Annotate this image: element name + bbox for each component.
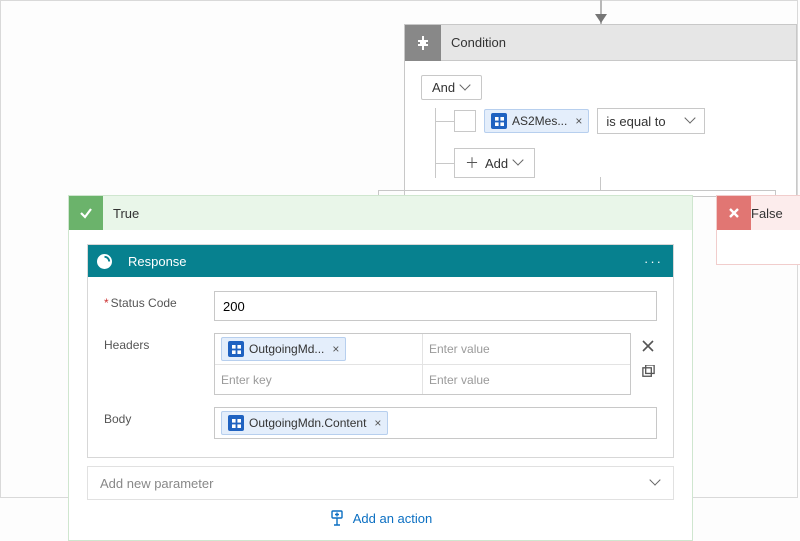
rule-operand-label: AS2Mes... <box>512 114 567 128</box>
false-branch-header[interactable]: False <box>717 196 800 230</box>
comparator-label: is equal to <box>606 114 665 129</box>
false-branch-card: False <box>716 195 800 265</box>
header-key-token[interactable]: OutgoingMd... × <box>221 337 346 361</box>
add-condition-button[interactable]: ＋ Add <box>454 148 535 178</box>
chevron-down-icon <box>461 83 471 93</box>
condition-rule-row: AS2Mes... × is equal to <box>454 108 780 134</box>
add-action-button[interactable]: Add an action <box>69 500 692 536</box>
rule-checkbox[interactable] <box>454 110 476 132</box>
status-code-input[interactable] <box>214 291 657 321</box>
comparator-dropdown[interactable]: is equal to <box>597 108 705 134</box>
condition-icon <box>405 25 441 61</box>
response-card: Response ··· *Status Code Headers <box>87 244 674 458</box>
headers-row: Enter key Enter value <box>215 364 630 394</box>
delete-row-icon[interactable] <box>639 337 657 355</box>
chevron-down-icon <box>686 116 696 126</box>
true-branch-card: True Response ··· *Status Code Headers <box>68 195 693 541</box>
header-key-cell[interactable]: OutgoingMd... × <box>215 334 422 364</box>
status-code-label: *Status Code <box>104 291 214 310</box>
header-key-cell[interactable]: Enter key <box>215 365 422 394</box>
response-title: Response <box>128 254 644 269</box>
true-branch-label: True <box>113 206 139 221</box>
add-parameter-label: Add new parameter <box>100 476 213 491</box>
body-input[interactable]: OutgoingMdn.Content × <box>214 407 657 439</box>
header-value-cell[interactable]: Enter value <box>422 365 630 394</box>
add-condition-label: Add <box>485 156 508 171</box>
flow-arrow-down-icon <box>600 0 602 24</box>
token-remove-icon[interactable]: × <box>575 114 582 128</box>
response-header[interactable]: Response ··· <box>88 245 673 277</box>
headers-label: Headers <box>104 333 214 352</box>
chevron-down-icon <box>514 158 524 168</box>
x-icon <box>717 196 751 230</box>
add-parameter-dropdown[interactable]: Add new parameter <box>87 466 674 500</box>
body-label: Body <box>104 407 214 426</box>
token-icon <box>228 341 244 357</box>
condition-title: Condition <box>451 35 506 50</box>
header-value-cell[interactable]: Enter value <box>422 334 630 364</box>
logic-operator-label: And <box>432 80 455 95</box>
bulk-edit-icon[interactable] <box>639 363 657 381</box>
plus-icon: ＋ <box>465 153 479 173</box>
true-branch-header[interactable]: True <box>69 196 692 230</box>
add-action-label: Add an action <box>353 511 433 526</box>
body-token[interactable]: OutgoingMdn.Content × <box>221 411 388 435</box>
false-branch-label: False <box>751 206 783 221</box>
response-icon <box>88 245 120 277</box>
headers-row: OutgoingMd... × Enter value <box>215 334 630 364</box>
token-icon <box>491 113 507 129</box>
token-icon <box>228 415 244 431</box>
logic-operator-dropdown[interactable]: And <box>421 75 482 100</box>
add-action-icon <box>329 510 345 526</box>
condition-header[interactable]: Condition <box>405 25 796 61</box>
token-remove-icon[interactable]: × <box>332 342 339 356</box>
more-menu-icon[interactable]: ··· <box>644 254 663 269</box>
rule-operand-token[interactable]: AS2Mes... × <box>484 109 589 133</box>
token-remove-icon[interactable]: × <box>374 416 381 430</box>
headers-table: OutgoingMd... × Enter value Enter key En… <box>214 333 631 395</box>
chevron-down-icon <box>651 478 661 488</box>
check-icon <box>69 196 103 230</box>
condition-card: Condition And AS2Mes... × is equal to <box>404 24 797 197</box>
